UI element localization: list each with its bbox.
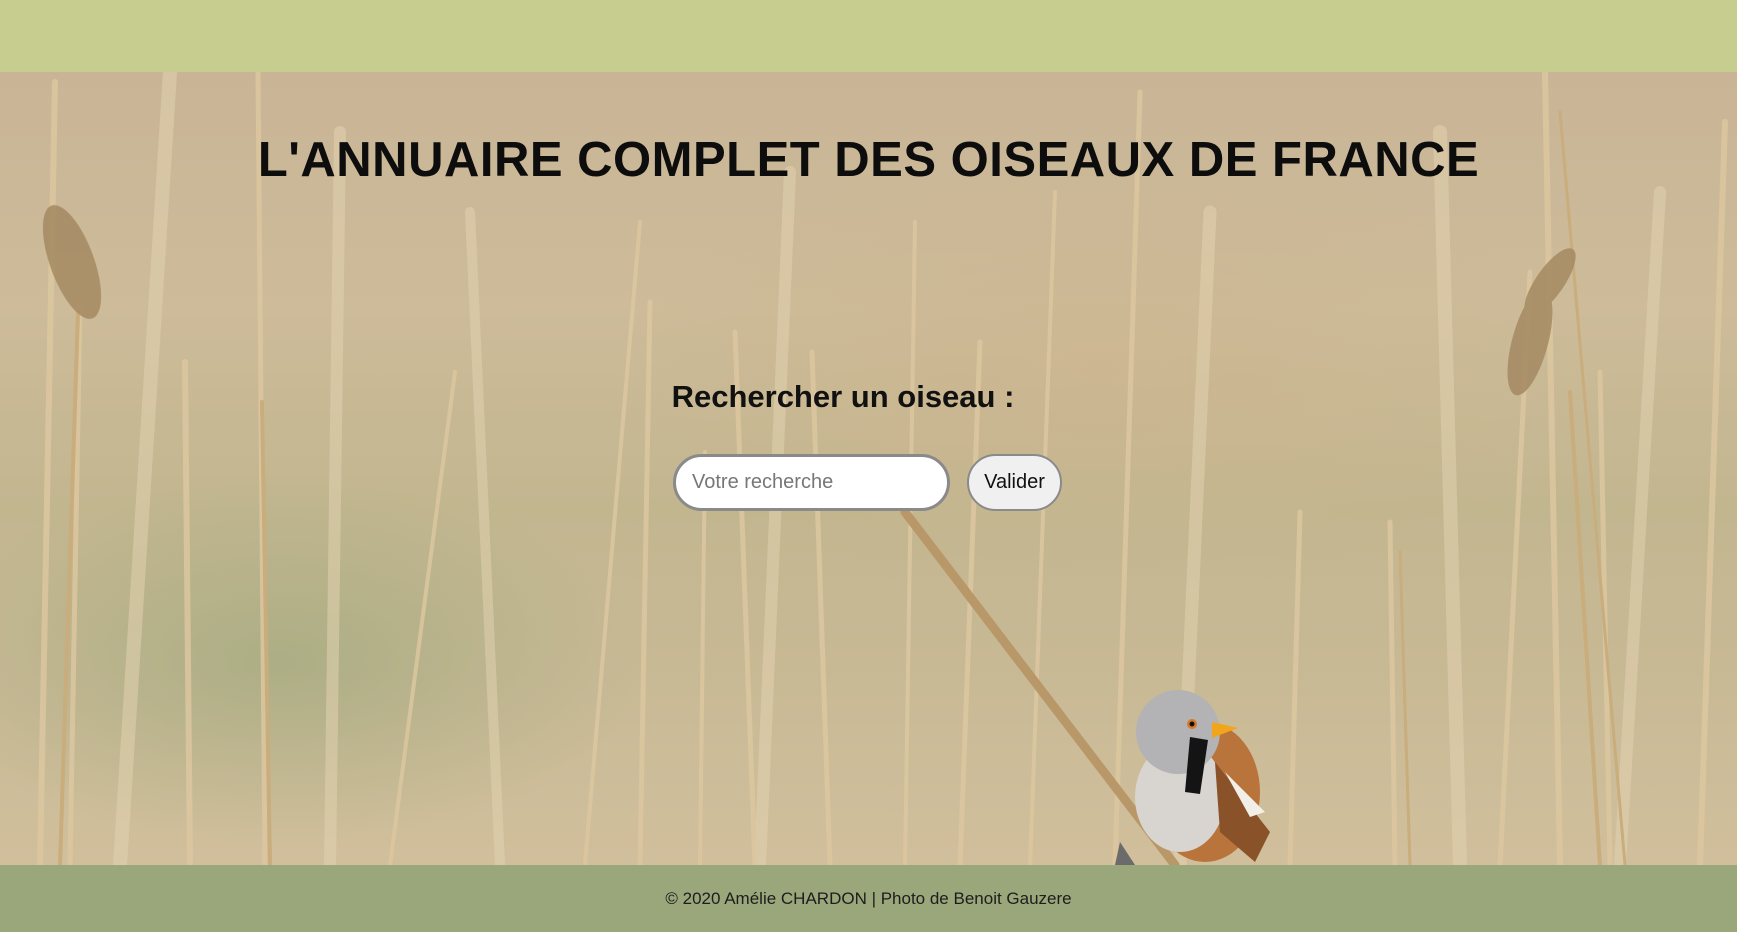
search-heading: Rechercher un oiseau : (671, 379, 1015, 414)
hero-background-photo: L'ANNUAIRE COMPLET DES OISEAUX DE FRANCE… (0, 72, 1737, 865)
search-input[interactable] (673, 454, 950, 511)
page: L'ANNUAIRE COMPLET DES OISEAUX DE FRANCE… (0, 0, 1737, 932)
submit-button[interactable]: Valider (967, 454, 1062, 511)
page-title: L'ANNUAIRE COMPLET DES OISEAUX DE FRANCE (257, 133, 1480, 187)
bird-illustration (1115, 690, 1270, 865)
footer-credit: © 2020 Amélie CHARDON | Photo de Benoit … (665, 889, 1072, 908)
top-bar (0, 0, 1737, 72)
footer: © 2020 Amélie CHARDON | Photo de Benoit … (0, 865, 1737, 932)
